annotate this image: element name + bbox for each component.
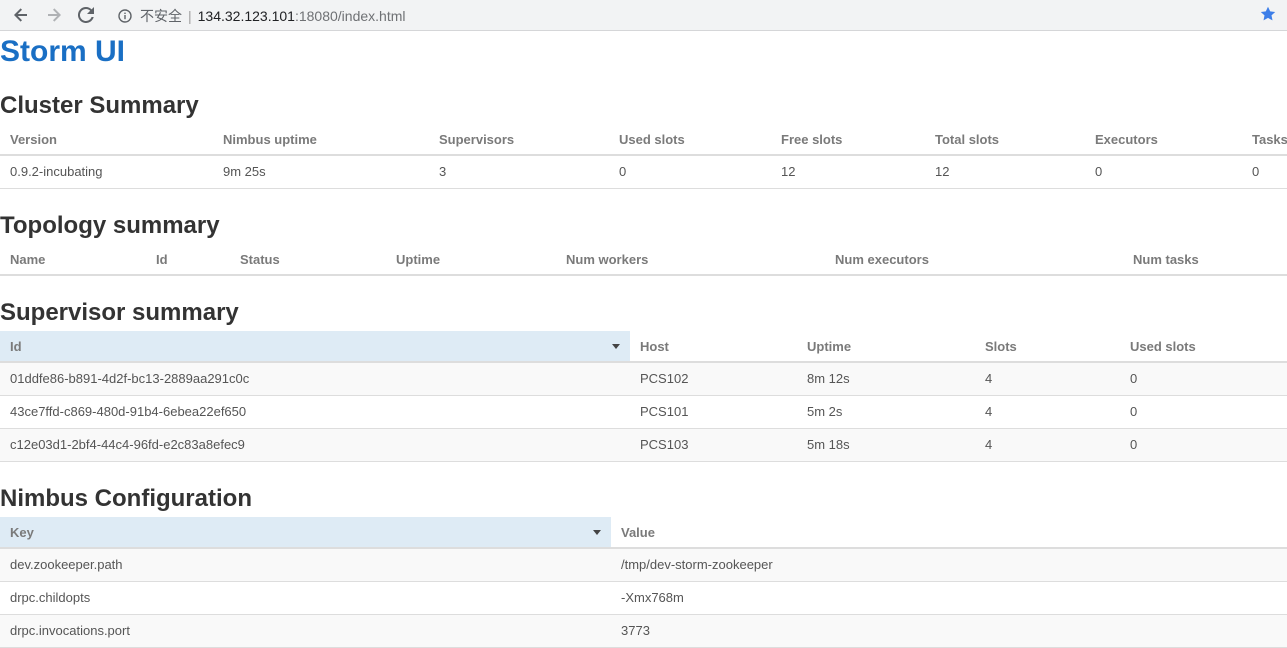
column-header[interactable]: Value bbox=[611, 517, 1287, 549]
info-icon[interactable] bbox=[118, 8, 132, 23]
table-row: 0.9.2-incubating 9m 25s 3 0 12 12 0 0 bbox=[0, 155, 1287, 189]
table-cell: 5m 18s bbox=[797, 428, 975, 462]
table-cell: -Xmx768m bbox=[611, 581, 1287, 615]
supervisor-summary-table: Id Host Uptime Slots Used slots 01ddfe86… bbox=[0, 331, 1287, 462]
column-header[interactable]: Host bbox=[630, 331, 797, 363]
table-cell: 4 bbox=[975, 362, 1120, 396]
column-header[interactable]: Used slots bbox=[609, 124, 771, 156]
column-header[interactable]: Total slots bbox=[925, 124, 1085, 156]
sort-descending-icon bbox=[612, 344, 620, 349]
table-cell: 43ce7ffd-c869-480d-91b4-6ebea22ef650 bbox=[0, 395, 630, 429]
table-cell: 4 bbox=[975, 428, 1120, 462]
sort-descending-icon bbox=[593, 530, 601, 535]
url-host: 134.32.123.101 bbox=[197, 7, 295, 24]
column-header[interactable]: Tasks bbox=[1242, 124, 1287, 156]
table-row: 43ce7ffd-c869-480d-91b4-6ebea22ef650 PCS… bbox=[0, 395, 1287, 429]
table-row: 01ddfe86-b891-4d2f-bc13-2889aa291c0c PCS… bbox=[0, 362, 1287, 396]
table-cell: PCS101 bbox=[630, 395, 797, 429]
table-cell: 0 bbox=[1120, 362, 1287, 396]
reload-icon bbox=[78, 7, 94, 23]
table-cell: PCS102 bbox=[630, 362, 797, 396]
table-cell: 0 bbox=[1085, 155, 1242, 189]
table-cell: drpc.childopts bbox=[0, 581, 611, 615]
column-header[interactable]: Id bbox=[146, 244, 230, 276]
column-header-label: Id bbox=[10, 338, 22, 354]
arrow-left-icon bbox=[14, 8, 27, 22]
column-header-label: Key bbox=[10, 524, 34, 540]
column-header[interactable]: Num workers bbox=[556, 244, 825, 276]
table-row: drpc.childopts -Xmx768m bbox=[0, 581, 1287, 615]
column-header[interactable]: Status bbox=[230, 244, 386, 276]
column-header[interactable]: Supervisors bbox=[429, 124, 609, 156]
address-bar[interactable]: 不安全 | 134.32.123.101 :18080/index.html bbox=[108, 3, 1280, 28]
table-cell: c12e03d1-2bf4-44c4-96fd-e2c83a8efec9 bbox=[0, 428, 630, 462]
topology-summary-table: Name Id Status Uptime Num workers Num ex… bbox=[0, 244, 1287, 276]
column-header[interactable]: Slots bbox=[975, 331, 1120, 363]
cluster-summary-heading: Cluster Summary bbox=[0, 92, 199, 119]
table-cell: 0 bbox=[609, 155, 771, 189]
column-header[interactable]: Nimbus uptime bbox=[213, 124, 429, 156]
table-cell: PCS103 bbox=[630, 428, 797, 462]
column-header-sorted[interactable]: Id bbox=[0, 331, 630, 363]
supervisor-summary-heading: Supervisor summary bbox=[0, 299, 239, 326]
browser-toolbar: 不安全 | 134.32.123.101 :18080/index.html bbox=[0, 0, 1287, 31]
column-header[interactable]: Version bbox=[0, 124, 213, 156]
table-cell: 0.9.2-incubating bbox=[0, 155, 213, 189]
bookmark-star-button[interactable] bbox=[1259, 5, 1277, 23]
table-header-row: Version Nimbus uptime Supervisors Used s… bbox=[0, 124, 1287, 156]
table-cell: 9m 25s bbox=[213, 155, 429, 189]
table-cell: 3 bbox=[429, 155, 609, 189]
forward-button[interactable] bbox=[43, 4, 65, 26]
column-header[interactable]: Name bbox=[0, 244, 146, 276]
column-header[interactable]: Executors bbox=[1085, 124, 1242, 156]
table-row: drpc.invocations.port 3773 bbox=[0, 614, 1287, 648]
table-header-row: Name Id Status Uptime Num workers Num ex… bbox=[0, 244, 1287, 276]
url-path: :18080/index.html bbox=[294, 7, 406, 24]
table-cell: 0 bbox=[1242, 155, 1287, 189]
table-cell: dev.zookeeper.path bbox=[0, 548, 611, 582]
table-cell: 5m 2s bbox=[797, 395, 975, 429]
table-header-row: Key Value bbox=[0, 517, 1287, 549]
star-icon bbox=[1260, 6, 1276, 21]
nimbus-configuration-table: Key Value dev.zookeeper.path /tmp/dev-st… bbox=[0, 517, 1287, 648]
insecure-label: 不安全 bbox=[140, 7, 182, 24]
table-cell: 0 bbox=[1120, 428, 1287, 462]
table-cell: 0 bbox=[1120, 395, 1287, 429]
table-header-row: Id Host Uptime Slots Used slots bbox=[0, 331, 1287, 363]
column-header[interactable]: Free slots bbox=[771, 124, 925, 156]
column-header[interactable]: Num executors bbox=[825, 244, 1123, 276]
table-cell: 12 bbox=[925, 155, 1085, 189]
table-cell: 8m 12s bbox=[797, 362, 975, 396]
table-row: dev.zookeeper.path /tmp/dev-storm-zookee… bbox=[0, 548, 1287, 582]
table-cell: 12 bbox=[771, 155, 925, 189]
nimbus-configuration-heading: Nimbus Configuration bbox=[0, 485, 252, 512]
column-header[interactable]: Uptime bbox=[386, 244, 556, 276]
column-header-sorted[interactable]: Key bbox=[0, 517, 611, 549]
column-header[interactable]: Num tasks bbox=[1123, 244, 1287, 276]
column-header[interactable]: Uptime bbox=[797, 331, 975, 363]
table-cell: 01ddfe86-b891-4d2f-bc13-2889aa291c0c bbox=[0, 362, 630, 396]
table-cell: drpc.invocations.port bbox=[0, 614, 611, 648]
back-button[interactable] bbox=[10, 4, 32, 26]
table-cell: 4 bbox=[975, 395, 1120, 429]
table-cell: 3773 bbox=[611, 614, 1287, 648]
table-cell: /tmp/dev-storm-zookeeper bbox=[611, 548, 1287, 582]
column-header[interactable]: Used slots bbox=[1120, 331, 1287, 363]
topology-summary-heading: Topology summary bbox=[0, 212, 220, 239]
address-separator: | bbox=[188, 7, 192, 24]
arrow-right-icon bbox=[48, 8, 61, 22]
table-row: c12e03d1-2bf4-44c4-96fd-e2c83a8efec9 PCS… bbox=[0, 428, 1287, 462]
cluster-summary-table: Version Nimbus uptime Supervisors Used s… bbox=[0, 124, 1287, 189]
reload-button[interactable] bbox=[75, 4, 97, 26]
page-title: Storm UI bbox=[0, 35, 126, 68]
